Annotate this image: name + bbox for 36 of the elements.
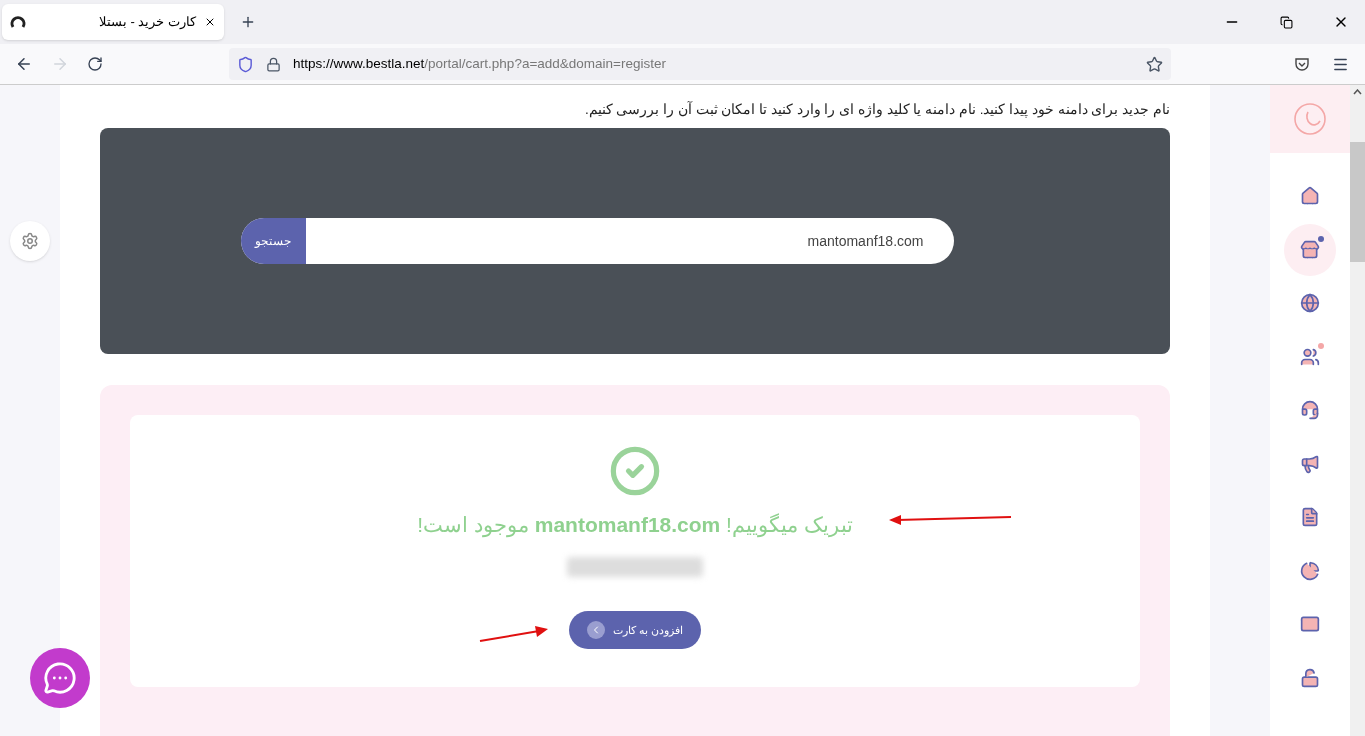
restore-icon[interactable]: [1280, 15, 1293, 29]
settings-icon: [21, 232, 39, 250]
document-icon: [1300, 507, 1320, 527]
new-tab-icon[interactable]: [240, 14, 256, 30]
settings-button[interactable]: [10, 221, 50, 261]
shield-icon: [237, 55, 254, 73]
intro-text: نام جدید برای دامنه خود پیدا کنید. نام دامنه یا کلید واژه ای را وارد کنید تا امکان ثبت آن را بررسی کنیم.: [583, 100, 1170, 120]
reload-icon[interactable]: [87, 56, 103, 72]
pocket-icon[interactable]: [1294, 56, 1310, 72]
check-circle-icon: [609, 445, 661, 498]
site-logo-icon: [10, 14, 26, 30]
users-icon: [1300, 346, 1320, 367]
add-to-cart-button[interactable]: افزودن به کارت: [568, 610, 702, 649]
scroll-up-icon[interactable]: [1353, 89, 1362, 95]
close-icon[interactable]: [204, 16, 216, 28]
bookmark-star-icon[interactable]: [1146, 55, 1163, 73]
brand-logo-icon: [1293, 102, 1327, 136]
lock-icon: [266, 56, 281, 72]
pie-chart-icon: [1300, 560, 1320, 581]
store-icon: [1300, 239, 1320, 260]
globe-icon: [1300, 293, 1320, 313]
megaphone-icon: [1300, 453, 1320, 474]
url-text: https://www.bestla.net/portal/cart.php?a=add&domain=register: [293, 54, 666, 73]
chat-bubble-icon: [43, 661, 77, 695]
annotation-arrow: [478, 624, 549, 643]
unlock-icon: [1300, 667, 1320, 688]
address-bar[interactable]: https://www.bestla.net/portal/cart.php?a=add&domain=register: [229, 48, 1171, 80]
search-button[interactable]: جستجو: [240, 218, 306, 265]
chat-button[interactable]: [30, 648, 90, 708]
browser-tab[interactable]: کارت خرید - بستلا: [2, 4, 224, 40]
scrollbar-thumb[interactable]: [1350, 142, 1365, 262]
chevron-icon: [586, 620, 605, 639]
back-icon[interactable]: [15, 55, 33, 73]
headset-icon: [1300, 400, 1320, 420]
tab-title: کارت خرید - بستلا: [97, 13, 196, 32]
home-icon: [1300, 186, 1320, 206]
